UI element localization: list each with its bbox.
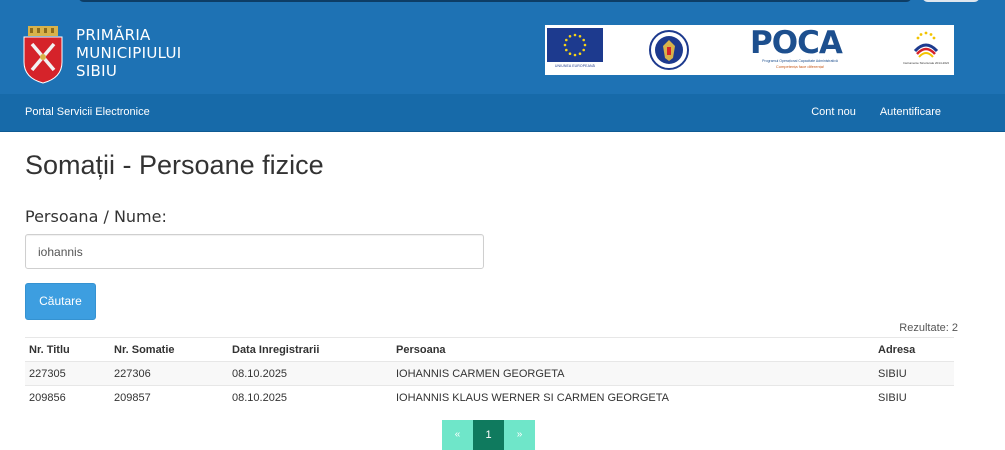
partner-logos-banner: UNIUNEA EUROPEANĂ POCA Programul Operați… <box>545 25 954 75</box>
cell-persoana: IOHANNIS KLAUS WERNER SI CARMEN GEORGETA <box>392 385 874 410</box>
pagination-prev-button[interactable]: « <box>442 420 473 450</box>
browser-pill-button[interactable] <box>922 0 980 2</box>
cell-nr-somatie: 209857 <box>110 385 228 410</box>
nav-account-links: Cont nou Autentificare <box>811 106 941 118</box>
brand-line-1: PRIMĂRIA <box>76 26 151 44</box>
login-link[interactable]: Autentificare <box>880 106 941 118</box>
column-header-persoana: Persoana <box>392 337 874 362</box>
brand-line-2: MUNICIPIULUI <box>76 44 182 62</box>
main-navbar: Portal Servicii Electronice Cont nou Aut… <box>0 94 1005 132</box>
poca-slogan: Competența face diferența! <box>775 64 825 69</box>
column-header-nr-titlu: Nr. Titlu <box>25 337 110 362</box>
structural-instruments-logo: Instrumente Structurale 2014-2020 <box>903 29 949 71</box>
cell-adresa: SIBIU <box>874 361 954 386</box>
table-row: 209856 209857 08.10.2025 IOHANNIS KLAUS … <box>25 385 954 410</box>
table-header-row: Nr. Titlu Nr. Somatie Data Inregistrarii… <box>25 337 954 362</box>
person-name-label: Persoana / Nume: <box>25 207 167 226</box>
municipality-brand[interactable]: PRIMĂRIA MUNICIPIULUI SIBIU <box>76 26 182 80</box>
column-header-adresa: Adresa <box>874 337 954 362</box>
register-link[interactable]: Cont nou <box>811 106 856 118</box>
structural-instruments-icon <box>913 31 939 58</box>
results-table: Nr. Titlu Nr. Somatie Data Inregistrarii… <box>25 337 954 410</box>
column-header-data-inregistrarii: Data Inregistrarii <box>228 337 392 362</box>
brand-line-3: SIBIU <box>76 62 118 80</box>
browser-strip <box>0 0 1005 8</box>
portal-home-link[interactable]: Portal Servicii Electronice <box>25 106 150 118</box>
poca-subtitle: Programul Operațional Capacitate Adminis… <box>762 59 838 63</box>
column-header-nr-somatie: Nr. Somatie <box>110 337 228 362</box>
cell-adresa: SIBIU <box>874 385 954 410</box>
page-title: Somații - Persoane fizice <box>25 150 324 180</box>
cell-data-inregistrarii: 08.10.2025 <box>228 361 392 386</box>
cell-persoana: IOHANNIS CARMEN GEORGETA <box>392 361 874 386</box>
site-header: PRIMĂRIA MUNICIPIULUI SIBIU UNIUNEA EURO… <box>0 8 1005 94</box>
eu-logo: UNIUNEA EUROPEANĂ <box>547 28 603 71</box>
eu-flag-icon <box>547 28 603 62</box>
structural-instruments-caption: Instrumente Structurale 2014-2020 <box>903 61 949 65</box>
results-count: Rezultate: 2 <box>899 322 958 334</box>
address-bar[interactable] <box>78 0 912 2</box>
table-row: 227305 227306 08.10.2025 IOHANNIS CARMEN… <box>25 361 954 386</box>
person-name-input[interactable] <box>25 234 484 269</box>
sibiu-coat-of-arms-icon <box>23 26 63 84</box>
search-button[interactable]: Căutare <box>25 283 96 320</box>
cell-nr-titlu: 209856 <box>25 385 110 410</box>
romanian-government-seal-icon <box>649 30 689 70</box>
cell-nr-titlu: 227305 <box>25 361 110 386</box>
eu-caption: UNIUNEA EUROPEANĂ <box>554 64 596 68</box>
pagination-next-button[interactable]: » <box>504 420 535 450</box>
pagination-page-1[interactable]: 1 <box>473 420 504 450</box>
pagination: « 1 » <box>442 420 535 450</box>
cell-data-inregistrarii: 08.10.2025 <box>228 385 392 410</box>
cell-nr-somatie: 227306 <box>110 361 228 386</box>
poca-wordmark: POCA <box>750 25 843 61</box>
poca-logo: POCA Programul Operațional Capacitate Ad… <box>750 25 850 71</box>
